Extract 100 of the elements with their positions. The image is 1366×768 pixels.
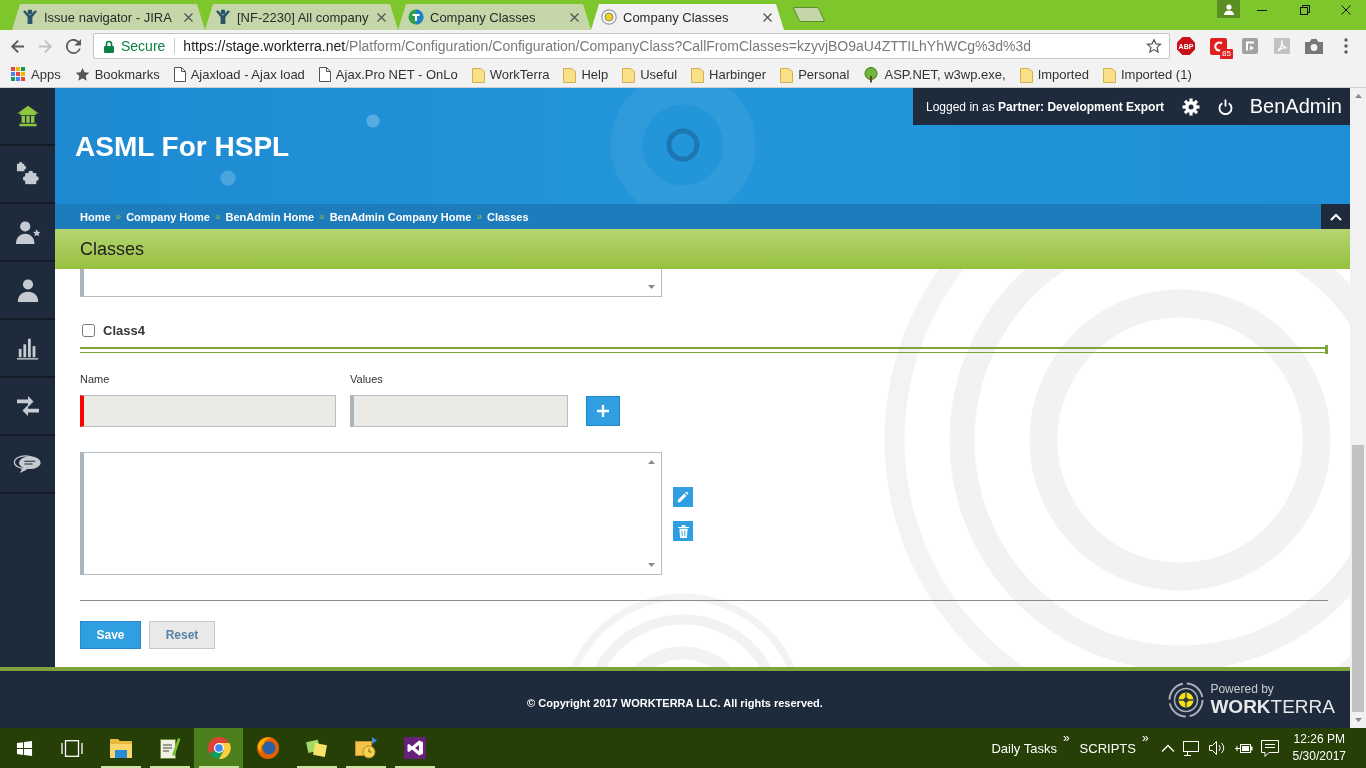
breadcrumb-link[interactable]: Home — [80, 210, 111, 223]
page-icon — [173, 67, 186, 82]
close-icon[interactable] — [184, 12, 193, 22]
folder-icon — [780, 66, 794, 83]
bookmark[interactable]: Help — [558, 63, 614, 86]
bookmark[interactable]: Useful — [617, 63, 683, 86]
network-icon[interactable] — [1182, 740, 1201, 756]
bookmark[interactable]: Personal — [775, 63, 855, 86]
plus-icon — [597, 405, 609, 417]
logo-emblem-icon — [1168, 681, 1205, 718]
caret-up-icon — [1329, 212, 1342, 221]
transfer-arrows-icon — [15, 395, 40, 417]
delete-button[interactable] — [673, 521, 693, 541]
folder-icon — [108, 737, 133, 759]
back-arrow-icon — [9, 38, 25, 54]
collapse-button[interactable] — [1321, 204, 1350, 229]
browser-tab[interactable]: Company Classes — [398, 4, 591, 30]
class-name: Class4 — [103, 322, 145, 338]
browser-tab[interactable]: Company Classes — [591, 4, 784, 30]
target-icon — [601, 9, 617, 25]
close-icon[interactable] — [377, 12, 386, 22]
page-icon — [318, 67, 331, 82]
bookmark[interactable]: ASP.NET, w3wp.exe, — [858, 63, 1011, 86]
toolbar-label: Daily Tasks — [991, 740, 1057, 756]
sticky-notes-icon — [304, 737, 329, 759]
notification-icon[interactable] — [1260, 739, 1279, 757]
bookmark[interactable]: Harbinger — [686, 63, 772, 86]
trash-icon — [677, 524, 689, 538]
powered-by-text: Powered by — [1210, 683, 1275, 695]
scroll-down-icon[interactable] — [648, 285, 655, 289]
breadcrumb-link[interactable]: BenAdmin Company Home — [329, 210, 472, 223]
brand-name: WORKTERRA — [1210, 697, 1335, 716]
count-badge: 85 — [1220, 49, 1233, 59]
breadcrumb-separator: » — [319, 211, 325, 222]
values-input[interactable] — [350, 395, 568, 427]
field-label: Name — [80, 373, 111, 385]
figure-icon — [215, 9, 231, 25]
bookmark[interactable]: Ajaxload - Ajax load — [168, 63, 310, 86]
scrollbar-thumb[interactable] — [1352, 445, 1364, 712]
menu-icon[interactable] — [1344, 38, 1348, 54]
breadcrumb-separator: » — [115, 211, 122, 222]
class-checkbox[interactable] — [82, 323, 95, 337]
chat-bubble-icon — [12, 454, 43, 474]
close-icon[interactable] — [570, 12, 579, 22]
breadcrumb-link[interactable]: Classes — [487, 210, 529, 223]
field-label: Values — [350, 373, 383, 385]
bookmark[interactable]: WorkTerra — [466, 63, 555, 86]
add-button[interactable] — [586, 396, 620, 426]
breadcrumb-link[interactable]: BenAdmin Home — [225, 210, 315, 223]
edit-button[interactable] — [673, 487, 693, 507]
bookmark[interactable]: Imported — [1014, 63, 1094, 86]
user-star-icon — [14, 220, 41, 244]
bookmark[interactable]: Bookmarks — [69, 63, 165, 86]
toolbar-chevron[interactable]: » — [1062, 731, 1070, 745]
toolbar-chevron[interactable]: » — [1141, 731, 1149, 745]
browser-tab[interactable]: [NF-2230] All company — [205, 4, 398, 30]
frame-extension-icon[interactable] — [1242, 38, 1258, 54]
browser-tab[interactable]: Issue navigator - JIRA — [12, 4, 205, 30]
minimize-icon — [1256, 9, 1267, 11]
name-input[interactable] — [80, 395, 336, 427]
power-icon[interactable] — [1218, 98, 1234, 115]
bookmark[interactable]: Ajax.Pro NET - OnLo — [313, 63, 463, 86]
scroll-up-icon[interactable] — [1354, 94, 1362, 98]
windows-logo-icon — [15, 739, 33, 757]
company-title: ASML For HSPL — [75, 130, 290, 164]
bookmark[interactable]: Imported (1) — [1097, 63, 1197, 86]
forward-arrow-icon — [37, 38, 53, 54]
settings-icon[interactable] — [1182, 97, 1201, 116]
caret-up-icon[interactable] — [1160, 744, 1175, 752]
puzzle-icon — [14, 162, 41, 186]
clock-date[interactable]: 5/30/2017 — [1292, 748, 1346, 765]
page-title: Classes — [80, 238, 145, 260]
scroll-down-icon[interactable] — [1354, 718, 1362, 722]
scroll-up-icon[interactable] — [648, 460, 655, 464]
browser-icon — [206, 736, 231, 760]
camera-icon[interactable] — [1305, 38, 1323, 54]
scroll-down-icon[interactable] — [648, 563, 655, 567]
person-icon — [1223, 3, 1234, 15]
profile-button[interactable] — [1217, 0, 1240, 18]
volume-icon[interactable] — [1208, 740, 1227, 756]
envelope-clock-icon — [353, 736, 378, 760]
copyright-text: © Copyright 2017 WORKTERRA LLC. All rights reserved. — [527, 696, 823, 709]
breadcrumb-separator: » — [214, 211, 221, 222]
bookmark-star-icon[interactable] — [1146, 38, 1162, 54]
star-icon — [74, 67, 90, 82]
pencil-icon — [677, 491, 689, 503]
clock-time[interactable]: 12:26 PM — [1293, 731, 1345, 748]
close-icon[interactable] — [763, 12, 772, 22]
folder-icon — [1019, 66, 1033, 83]
bar-chart-icon — [15, 336, 40, 360]
breadcrumb-link[interactable]: Company Home — [126, 210, 210, 223]
tree-icon — [863, 66, 880, 83]
security-label: Secure — [121, 38, 166, 54]
address-bar[interactable]: Secure https://stage.workterra.net/Platform/Configuration/Configuration/CompanyClass?CallFromClasses=kzyvjBO9aU4ZTTILhYhWCg%3d%3d — [93, 33, 1170, 59]
close-icon — [1341, 5, 1351, 15]
bookmark[interactable]: Apps — [6, 63, 66, 86]
battery-plug-icon[interactable] — [1234, 742, 1253, 754]
fox-icon — [255, 736, 280, 760]
page-scrollbar[interactable] — [1350, 88, 1366, 728]
infinity-logo-icon — [402, 736, 427, 760]
